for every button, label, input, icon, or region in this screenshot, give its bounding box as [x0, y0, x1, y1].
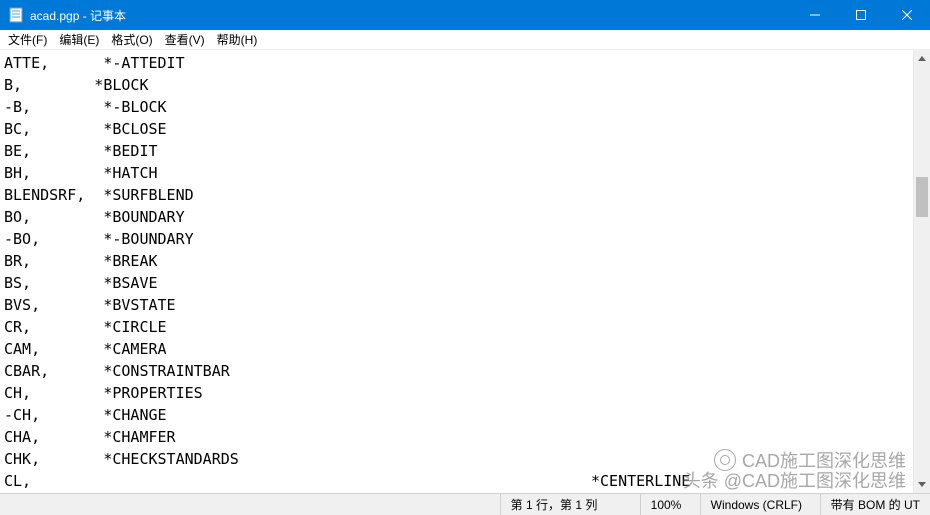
scroll-down-icon[interactable]: [914, 476, 930, 493]
window-title: acad.pgp - 记事本: [30, 7, 126, 24]
menu-view[interactable]: 查看(V): [159, 29, 211, 50]
menu-edit[interactable]: 编辑(E): [53, 29, 105, 50]
status-zoom: 100%: [640, 494, 700, 515]
text-content[interactable]: ATTE, *-ATTEDIT B, *BLOCK -B, *-BLOCK BC…: [0, 50, 913, 493]
menu-format[interactable]: 格式(O): [105, 29, 158, 50]
window-controls: [792, 0, 930, 30]
status-encoding: 带有 BOM 的 UT: [820, 494, 930, 515]
menu-file[interactable]: 文件(F): [2, 29, 53, 50]
status-position: 第 1 行，第 1 列: [500, 494, 640, 515]
close-button[interactable]: [884, 0, 930, 30]
vertical-scrollbar[interactable]: [913, 50, 930, 493]
maximize-button[interactable]: [838, 0, 884, 30]
titlebar: acad.pgp - 记事本: [0, 0, 930, 30]
editor-area: ATTE, *-ATTEDIT B, *BLOCK -B, *-BLOCK BC…: [0, 50, 930, 493]
notepad-icon: [8, 7, 24, 23]
menu-help[interactable]: 帮助(H): [211, 29, 264, 50]
scroll-up-icon[interactable]: [914, 50, 930, 67]
statusbar: 第 1 行，第 1 列 100% Windows (CRLF) 带有 BOM 的…: [0, 493, 930, 515]
title-left: acad.pgp - 记事本: [0, 7, 126, 24]
status-line-ending: Windows (CRLF): [700, 494, 820, 515]
scroll-thumb[interactable]: [916, 177, 928, 217]
minimize-button[interactable]: [792, 0, 838, 30]
menubar: 文件(F) 编辑(E) 格式(O) 查看(V) 帮助(H): [0, 30, 930, 50]
